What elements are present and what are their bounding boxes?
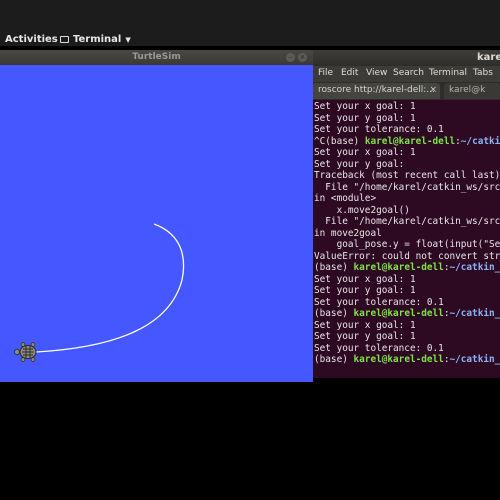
terminal-line: Set your tolerance: 0.1: [314, 124, 444, 135]
terminal-prompt-line: ^C(base) karel@karel-dell:~/catkin: [314, 136, 500, 148]
tab-karel[interactable]: karel@k: [444, 83, 500, 99]
terminal-prompt-line: (base) karel@karel-dell:~/catkin_: [314, 262, 500, 274]
turtle-icon: [13, 342, 37, 362]
prompt-prefix: ^C(base): [314, 135, 365, 147]
menu-tabs[interactable]: Tabs: [473, 68, 493, 78]
tab-close-icon[interactable]: ×: [429, 83, 437, 98]
terminal-line: in move2goal: [314, 227, 382, 239]
prompt-path: ~/catkin_: [449, 262, 500, 273]
app-menu-button[interactable]: Terminal ▼: [60, 34, 131, 45]
turtle-path: [35, 223, 185, 353]
terminal-line: Set your tolerance: 0.1: [314, 342, 444, 354]
terminal-line: File "/home/karel/catkin_ws/src: [314, 181, 500, 193]
prompt-path: ~/catkin: [460, 135, 500, 147]
app-menu-label: Terminal: [73, 34, 122, 45]
terminal-line: ValueError: could not convert str: [314, 250, 500, 262]
terminal-line: Traceback (most recent call last): [314, 170, 500, 181]
terminal-line: Set your y goal: 1: [314, 331, 416, 342]
terminal-line: x.move2goal(): [314, 204, 410, 216]
prompt-prefix: (base): [314, 262, 354, 273]
terminal-line: Set your x goal: 1: [314, 147, 416, 158]
terminal-line: File "/home/karel/catkin_ws/src: [314, 216, 500, 227]
prompt-path: ~/catkin_: [449, 354, 500, 365]
menu-terminal[interactable]: Terminal: [429, 68, 467, 78]
terminal-titlebar[interactable]: karel: [313, 50, 500, 66]
minimize-icon[interactable]: –: [286, 53, 295, 62]
terminal-line: Set your y goal: 1: [314, 285, 416, 296]
menu-view[interactable]: View: [366, 68, 387, 78]
turtlesim-canvas: [0, 65, 313, 382]
terminal-icon: [60, 36, 69, 43]
terminal-window: karel File Edit View Search Terminal Tab…: [313, 50, 500, 378]
terminal-line: Set your x goal: 1: [314, 101, 416, 112]
turtlesim-title: TurtleSim: [132, 52, 181, 62]
terminal-tabbar: roscore http://karel-dell:... × karel@k: [313, 82, 500, 100]
prompt-prefix: (base): [314, 354, 354, 365]
turtle-path-svg: [13, 223, 185, 362]
terminal-line: Set your x goal: 1: [314, 273, 416, 285]
terminal-line: Set your tolerance: 0.1: [314, 296, 444, 308]
activities-button[interactable]: Activities: [5, 34, 58, 45]
terminal-output[interactable]: Set your x goal: 1 Set your y goal: 1 Set …: [313, 100, 500, 378]
tab-roscore[interactable]: roscore http://karel-dell:... ×: [313, 83, 440, 99]
prompt-prefix: (base): [314, 308, 354, 319]
turtlesim-titlebar[interactable]: TurtleSim – ×: [0, 50, 313, 65]
terminal-line: Set your x goal: 1: [314, 319, 416, 331]
menu-search[interactable]: Search: [393, 68, 424, 78]
terminal-line: Set your y goal:: [314, 158, 405, 170]
terminal-line: Set your y goal: 1: [314, 112, 416, 124]
prompt-path: ~/catkin_: [449, 308, 500, 319]
terminal-prompt-line: (base) karel@karel-dell:~/catkin_: [314, 308, 500, 320]
terminal-prompt-line: (base) karel@karel-dell:~/catkin_: [314, 354, 500, 366]
close-icon[interactable]: ×: [298, 53, 307, 62]
turtlesim-window: TurtleSim – ×: [0, 50, 313, 382]
prompt-user: karel@karel-dell: [353, 308, 444, 319]
top-bar: Activities Terminal ▼: [0, 0, 500, 46]
prompt-user: karel@karel-dell: [364, 135, 456, 147]
terminal-menubar: File Edit View Search Terminal Tabs: [313, 66, 500, 82]
chevron-down-icon: ▼: [125, 35, 131, 44]
prompt-user: karel@karel-dell: [353, 354, 444, 365]
menu-file[interactable]: File: [318, 68, 333, 78]
tab-label: karel@k: [449, 85, 486, 95]
terminal-line: goal_pose.y = float(input("Se: [314, 239, 500, 250]
tab-label: roscore http://karel-dell:...: [318, 85, 435, 95]
terminal-title: karel: [477, 52, 500, 63]
menu-edit[interactable]: Edit: [341, 68, 358, 78]
terminal-line: in <module>: [314, 193, 377, 204]
prompt-user: karel@karel-dell: [353, 262, 444, 273]
